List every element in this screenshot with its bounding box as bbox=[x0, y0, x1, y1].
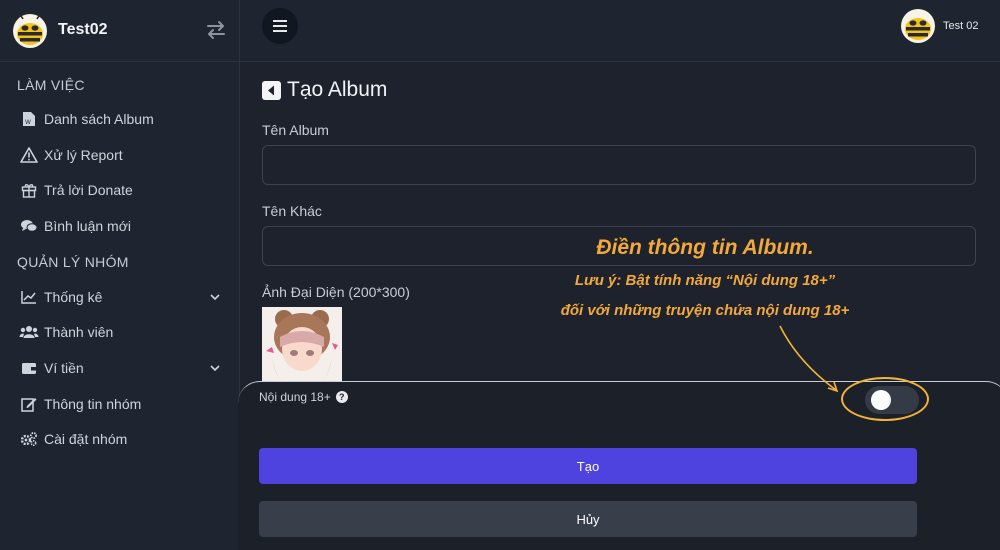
sidebar-item-label: Thống kê bbox=[44, 289, 103, 305]
menu-toggle-button[interactable] bbox=[262, 8, 298, 44]
back-icon[interactable] bbox=[262, 80, 281, 100]
annotation-arrow-icon bbox=[779, 325, 839, 393]
page-title-text: Tạo Album bbox=[287, 78, 388, 101]
topbar: Test 02 bbox=[240, 0, 1000, 62]
chevron-down-icon bbox=[210, 294, 220, 301]
brand-name: Test02 bbox=[58, 21, 108, 38]
svg-text:W: W bbox=[25, 119, 31, 126]
sidebar-item-label: Xử lý Report bbox=[44, 147, 123, 163]
section-group-heading: QUẢN LÝ NHÓM bbox=[17, 254, 129, 270]
sidebar-item-report[interactable]: Xử lý Report bbox=[18, 143, 228, 167]
nsfw-label-text: Nội dung 18+ bbox=[259, 390, 331, 404]
annotation-note-line1: Lưu ý: Bật tính năng “Nội dung 18+” bbox=[574, 272, 836, 289]
brand-header: Test02 bbox=[0, 0, 239, 62]
wallet-icon bbox=[18, 359, 40, 377]
sidebar-item-label: Ví tiền bbox=[44, 360, 84, 376]
sidebar-item-group-info[interactable]: Thông tin nhóm bbox=[18, 392, 228, 416]
sidebar-item-donate[interactable]: Trả lời Donate bbox=[18, 178, 228, 202]
swap-arrows-icon[interactable] bbox=[205, 19, 227, 41]
page-title: Tạo Album bbox=[262, 78, 387, 102]
avatar[interactable] bbox=[900, 8, 936, 44]
gears-icon bbox=[18, 430, 40, 448]
sidebar-item-label: Danh sách Album bbox=[44, 111, 154, 127]
album-name-label: Tên Album bbox=[262, 122, 329, 138]
nsfw-label: Nội dung 18+ ? bbox=[259, 390, 348, 404]
section-work-heading: LÀM VIỆC bbox=[17, 77, 85, 93]
comments-icon bbox=[18, 217, 40, 235]
sidebar-item-label: Trả lời Donate bbox=[44, 182, 133, 198]
gift-icon bbox=[18, 181, 40, 199]
warning-triangle-icon bbox=[18, 146, 40, 164]
chevron-down-icon bbox=[210, 365, 220, 372]
cancel-button[interactable]: Hủy bbox=[259, 501, 917, 537]
sidebar-item-label: Thành viên bbox=[44, 324, 114, 340]
cover-image-label: Ảnh Đại Diện (200*300) bbox=[262, 284, 410, 300]
help-icon[interactable]: ? bbox=[335, 391, 348, 403]
create-button[interactable]: Tạo bbox=[259, 448, 917, 484]
highlight-ring bbox=[841, 377, 929, 421]
sidebar-item-group-settings[interactable]: Cài đặt nhóm bbox=[18, 427, 228, 451]
bee-logo-icon bbox=[13, 14, 47, 48]
word-file-icon: W bbox=[18, 110, 40, 128]
sidebar-item-comments[interactable]: Bình luận mới bbox=[18, 214, 228, 238]
sidebar-item-members[interactable]: Thành viên bbox=[18, 320, 228, 344]
other-name-label: Tên Khác bbox=[262, 203, 322, 219]
sidebar: Test02 LÀM VIỆC W Danh sách Album Xử lý … bbox=[0, 0, 240, 550]
sidebar-item-label: Thông tin nhóm bbox=[44, 396, 142, 412]
sidebar-item-album-list[interactable]: W Danh sách Album bbox=[18, 107, 228, 131]
annotation-note-line2: đối với những truyện chứa nội dung 18+ bbox=[560, 302, 850, 319]
annotation-title: Điền thông tin Album. bbox=[596, 236, 814, 259]
edit-icon bbox=[18, 395, 40, 413]
sidebar-item-statistics[interactable]: Thống kê bbox=[18, 285, 228, 309]
hamburger-icon bbox=[273, 20, 287, 32]
sidebar-item-label: Bình luận mới bbox=[44, 218, 132, 234]
sidebar-item-wallet[interactable]: Ví tiền bbox=[18, 356, 228, 380]
album-name-input[interactable] bbox=[262, 145, 976, 185]
sidebar-item-label: Cài đặt nhóm bbox=[44, 431, 128, 447]
line-chart-icon bbox=[18, 288, 40, 306]
user-name[interactable]: Test 02 bbox=[943, 20, 978, 32]
users-icon bbox=[18, 323, 40, 341]
cover-image-preview[interactable] bbox=[262, 307, 342, 385]
